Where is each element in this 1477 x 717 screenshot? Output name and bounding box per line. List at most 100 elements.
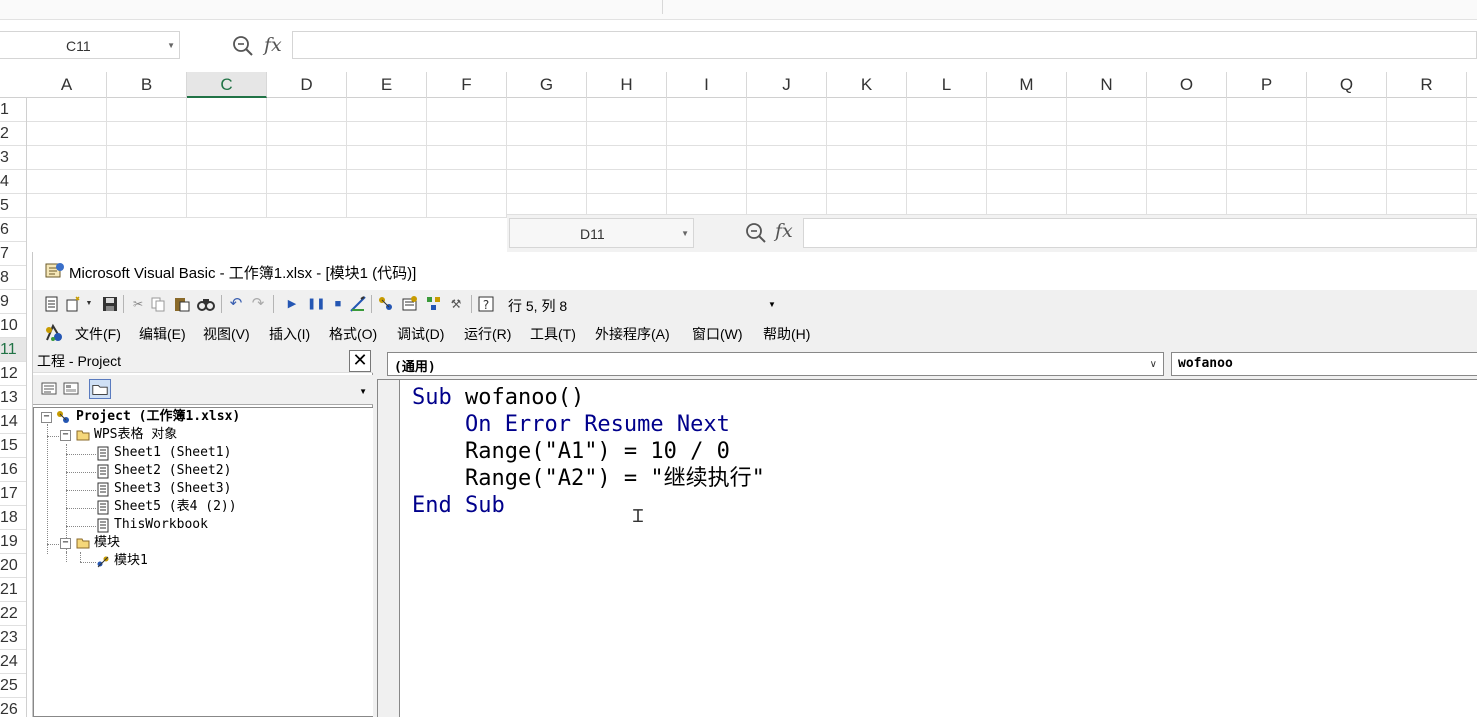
column-header[interactable]: M [987, 72, 1067, 98]
chevron-down-icon[interactable]: ▼ [681, 229, 689, 238]
pause-icon[interactable]: ❚❚ [307, 295, 325, 313]
toggle-folders-icon[interactable] [89, 379, 111, 399]
chevron-down-icon[interactable]: ▼ [167, 41, 175, 50]
row-header[interactable]: 11 [0, 338, 26, 362]
properties-icon[interactable] [401, 295, 419, 313]
code-editor[interactable]: Sub wofanoo() On Error Resume Next Range… [377, 379, 1477, 717]
menu-edit[interactable]: 编辑(E) [139, 324, 186, 344]
code-line-2[interactable]: On Error Resume Next [412, 411, 730, 438]
fx-icon[interactable]: fx [264, 34, 282, 56]
cut-icon[interactable]: ✂ [129, 295, 147, 313]
copy-icon[interactable] [149, 295, 167, 313]
tree-sheet5[interactable]: Sheet5 (表4 (2)) [114, 498, 237, 516]
tree-sheet1[interactable]: Sheet1 (Sheet1) [114, 444, 231, 462]
row-header[interactable]: 26 [0, 698, 26, 717]
tree-module1[interactable]: 模块1 [114, 552, 148, 570]
menu-help[interactable]: 帮助(H) [763, 324, 810, 344]
tree-project[interactable]: Project (工作簿1.xlsx) [76, 408, 240, 426]
tree-sheet3[interactable]: Sheet3 (Sheet3) [114, 480, 231, 498]
tree-thisworkbook[interactable]: ThisWorkbook [114, 516, 208, 534]
row-header[interactable]: 13 [0, 386, 26, 410]
vba-menu-icon[interactable] [43, 322, 65, 344]
code-line-1[interactable]: Sub wofanoo() [412, 384, 584, 411]
column-header[interactable]: P [1227, 72, 1307, 98]
column-header[interactable]: O [1147, 72, 1227, 98]
tree-modules-folder[interactable]: 模块 [94, 534, 120, 552]
column-header[interactable]: E [347, 72, 427, 98]
row-header[interactable]: 19 [0, 530, 26, 554]
zoom-icon[interactable] [745, 222, 767, 244]
row-header[interactable]: 3 [0, 146, 26, 170]
fx-icon[interactable]: fx [775, 220, 793, 242]
secondary-name-box[interactable]: D11 ▼ [509, 218, 694, 248]
row-header[interactable]: 18 [0, 506, 26, 530]
column-header[interactable]: G [507, 72, 587, 98]
chevron-down-icon[interactable]: ∨ [1150, 359, 1157, 370]
row-header[interactable]: 10 [0, 314, 26, 338]
menu-file[interactable]: 文件(F) [75, 324, 121, 344]
column-header[interactable]: I [667, 72, 747, 98]
tree-objects-folder[interactable]: WPS表格 对象 [94, 426, 177, 444]
column-header[interactable]: L [907, 72, 987, 98]
column-header[interactable]: J [747, 72, 827, 98]
code-line-4[interactable]: Range("A2") = "继续执行" [412, 465, 765, 492]
toolbox-icon[interactable]: ⚒ [447, 295, 465, 313]
insert-module-icon[interactable] [65, 295, 83, 313]
row-header[interactable]: 2 [0, 122, 26, 146]
row-header[interactable]: 15 [0, 434, 26, 458]
row-header[interactable]: 24 [0, 650, 26, 674]
menu-view[interactable]: 视图(V) [203, 324, 250, 344]
row-header[interactable]: 1 [0, 98, 26, 122]
close-icon[interactable]: ✕ [349, 350, 371, 372]
collapse-toggle[interactable]: − [60, 538, 71, 549]
row-header[interactable]: 25 [0, 674, 26, 698]
row-header[interactable]: 16 [0, 458, 26, 482]
row-header[interactable]: 20 [0, 554, 26, 578]
row-header[interactable]: 17 [0, 482, 26, 506]
row-header[interactable]: 4 [0, 170, 26, 194]
row-header[interactable]: 5 [0, 194, 26, 218]
chevron-down-icon[interactable]: ▼ [768, 300, 776, 309]
row-header[interactable]: 14 [0, 410, 26, 434]
menu-tools[interactable]: 工具(T) [530, 324, 576, 344]
view-code-icon[interactable] [39, 379, 61, 399]
object-browser-icon[interactable] [425, 295, 443, 313]
menu-window[interactable]: 窗口(W) [692, 324, 743, 344]
collapse-toggle[interactable]: − [60, 430, 71, 441]
project-explorer-icon[interactable] [377, 295, 395, 313]
help-icon[interactable]: ? [477, 295, 495, 313]
row-header[interactable]: 7 [0, 242, 26, 266]
secondary-formula-input[interactable] [803, 218, 1477, 248]
row-header[interactable]: 9 [0, 290, 26, 314]
row-header[interactable]: 12 [0, 362, 26, 386]
stop-icon[interactable]: ■ [329, 295, 347, 313]
column-header[interactable]: H [587, 72, 667, 98]
formula-input[interactable] [292, 31, 1477, 59]
design-mode-icon[interactable] [349, 295, 367, 313]
row-header[interactable]: 6 [0, 218, 26, 242]
menu-addins[interactable]: 外接程序(A) [595, 324, 670, 344]
row-header[interactable]: 22 [0, 602, 26, 626]
code-line-5[interactable]: End Sub [412, 492, 505, 519]
menu-debug[interactable]: 调试(D) [397, 324, 444, 344]
name-box[interactable]: C11 ▼ [0, 31, 180, 59]
save-icon[interactable] [101, 295, 119, 313]
row-header[interactable]: 23 [0, 626, 26, 650]
code-line-3[interactable]: Range("A1") = 10 / 0 [412, 438, 730, 465]
menu-insert[interactable]: 插入(I) [269, 324, 310, 344]
collapse-toggle[interactable]: − [41, 412, 52, 423]
menu-format[interactable]: 格式(O) [329, 324, 377, 344]
redo-icon[interactable]: ↷ [249, 295, 267, 313]
column-header[interactable]: N [1067, 72, 1147, 98]
paste-icon[interactable] [173, 295, 191, 313]
chevron-down-icon[interactable]: ▼ [85, 295, 93, 313]
column-header[interactable]: K [827, 72, 907, 98]
column-header[interactable]: C [187, 72, 267, 98]
column-header[interactable]: R [1387, 72, 1467, 98]
find-icon[interactable] [197, 295, 215, 313]
zoom-icon[interactable] [232, 35, 254, 57]
undo-icon[interactable]: ↶ [227, 295, 245, 313]
column-header[interactable]: B [107, 72, 187, 98]
column-header[interactable]: Q [1307, 72, 1387, 98]
menu-run[interactable]: 运行(R) [464, 324, 511, 344]
